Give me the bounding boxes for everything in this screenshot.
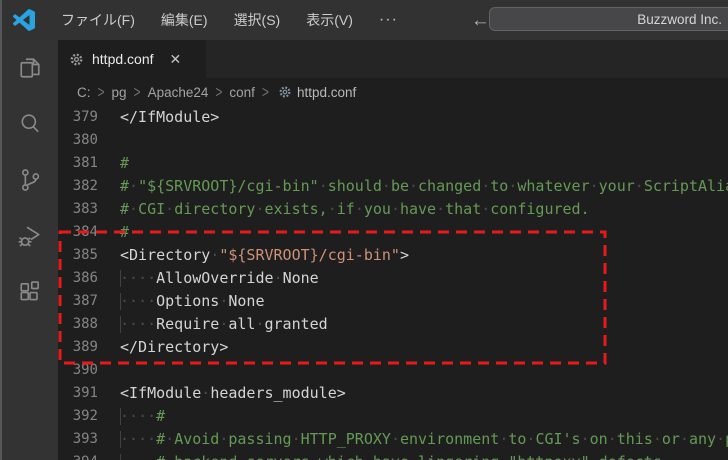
code-line: 394 ····#·backend·servers·which·have·ling… <box>58 451 728 460</box>
line-number: 387 <box>72 293 98 309</box>
line-number: 394 <box>58 451 98 460</box>
search-icon[interactable] <box>15 109 45 139</box>
code-text: # <box>120 154 130 172</box>
code-line: 388 ····Require·all·granted <box>58 313 728 336</box>
breadcrumb-segment[interactable]: conf <box>227 85 257 100</box>
menubar: ファイル(F) 編集(E) 選択(S) 表示(V) ··· <box>48 0 411 40</box>
code-line: 391 <IfModule·headers_module> <box>58 382 728 405</box>
tab-httpd-conf[interactable]: httpd.conf ✕ <box>58 40 206 78</box>
menu-item[interactable]: ··· <box>366 0 411 40</box>
code-text: ····#·Avoid·passing·HTTP_PROXY·environme… <box>120 430 728 448</box>
code-line: 389 </Directory> <box>58 336 728 359</box>
code-line: 390 <box>58 359 728 382</box>
explorer-icon[interactable] <box>15 53 45 83</box>
close-icon[interactable]: ✕ <box>170 51 182 68</box>
code-text: ····#·backend·servers·which·have·lingeri… <box>120 451 671 460</box>
indent-guide <box>120 293 121 310</box>
line-number: 392 <box>72 408 98 424</box>
indent-guide <box>120 316 121 333</box>
extensions-icon[interactable] <box>15 277 45 307</box>
code-text: #·"${SRVROOT}/cgi-bin"·should·be·changed… <box>120 177 728 195</box>
code-line: 383 #·CGI·directory·exists,·if·you·have·t… <box>58 198 728 221</box>
activity-bar <box>0 40 58 460</box>
chevron-right-icon: > <box>261 82 269 102</box>
code-line: 380 <box>58 129 728 152</box>
code-line: 387 ····Options·None <box>58 290 728 313</box>
chevron-right-icon: > <box>215 82 223 102</box>
code-line: 393 ····#·Avoid·passing·HTTP_PROXY·enviro… <box>58 428 728 451</box>
code-text: #·CGI·directory·exists,·if·you·have·that… <box>120 200 590 218</box>
breadcrumb: C: > pg > Apache24 > conf > httpd.conf <box>58 78 728 106</box>
breadcrumb-segment[interactable]: Apache24 <box>146 85 211 100</box>
code-text: # <box>120 223 130 241</box>
code-line: 379 </IfModule> <box>58 106 728 129</box>
title-bar: ファイル(F)編集(E)選択(S)表示(V)··· ← → Buzzword I… <box>0 0 728 40</box>
breadcrumb-segment[interactable]: pg <box>110 85 129 100</box>
window-title-text: Buzzword Inc. <box>637 11 722 27</box>
menu-item[interactable]: 編集(E) <box>148 0 221 40</box>
chevron-right-icon: > <box>133 82 141 102</box>
code-text: <Directory·"${SRVROOT}/cgi-bin"> <box>120 246 409 264</box>
tab-bar: httpd.conf ✕ <box>58 40 728 78</box>
code-line: 382 #·"${SRVROOT}/cgi-bin"·should·be·chan… <box>58 175 728 198</box>
code-text: ····Options·None <box>120 292 265 310</box>
line-number: 386 <box>72 270 98 286</box>
code-text: <IfModule·headers_module> <box>120 384 346 402</box>
code-line: 384 # <box>58 221 728 244</box>
breadcrumb-segment[interactable]: C: <box>75 85 93 100</box>
code-text: </IfModule> <box>120 108 220 126</box>
command-center[interactable]: Buzzword Inc. <box>489 7 728 31</box>
breadcrumb-file[interactable]: httpd.conf <box>297 85 356 100</box>
vscode-logo-icon <box>13 9 35 31</box>
indent-guide <box>120 408 121 425</box>
vscode-window: { "titlebar": { "menus": [ {"label": "ファ… <box>0 0 728 460</box>
chevron-right-icon: > <box>97 82 105 102</box>
gear-icon <box>278 85 292 99</box>
line-number: 393 <box>72 431 98 447</box>
line-number: 379 <box>72 109 98 125</box>
line-number: 382 <box>72 178 98 194</box>
breadcrumb-segments: C: > pg > Apache24 > conf > <box>75 82 274 102</box>
line-number: 391 <box>72 385 98 401</box>
tab-label: httpd.conf <box>92 51 154 67</box>
code-text: </Directory> <box>120 338 229 356</box>
menu-item[interactable]: 選択(S) <box>221 0 294 40</box>
indent-guide <box>120 431 121 448</box>
editor-pane[interactable]: 379 </IfModule> 380 381 #382 #·"${SRVROOT}/cg… <box>58 106 728 460</box>
line-number: 390 <box>72 362 98 378</box>
line-number: 385 <box>72 247 98 263</box>
line-number: 380 <box>72 132 98 148</box>
back-arrow-icon[interactable]: ← <box>471 11 490 30</box>
line-number: 384 <box>72 224 98 240</box>
line-number: 389 <box>72 339 98 355</box>
code-text: ····Require·all·granted <box>120 315 328 333</box>
source-control-icon[interactable] <box>15 165 45 195</box>
code-line: 381 # <box>58 152 728 175</box>
menu-item[interactable]: ファイル(F) <box>48 0 148 40</box>
code-line: 392 ····# <box>58 405 728 428</box>
line-number: 388 <box>72 316 98 332</box>
run-and-debug-icon[interactable] <box>15 221 45 251</box>
line-number: 381 <box>72 155 98 171</box>
menu-item[interactable]: 表示(V) <box>293 0 366 40</box>
code-lines: 379 </IfModule> 380 381 #382 #·"${SRVROOT}/cg… <box>58 106 728 460</box>
indent-guide <box>120 270 121 287</box>
line-number: 383 <box>72 201 98 217</box>
code-text: ····AllowOverride·None <box>120 269 319 287</box>
indent-guide <box>120 454 121 460</box>
code-line: 385 <Directory·"${SRVROOT}/cgi-bin"> <box>58 244 728 267</box>
gear-icon <box>69 52 84 67</box>
code-text: ····# <box>120 407 166 425</box>
code-line: 386 ····AllowOverride·None <box>58 267 728 290</box>
